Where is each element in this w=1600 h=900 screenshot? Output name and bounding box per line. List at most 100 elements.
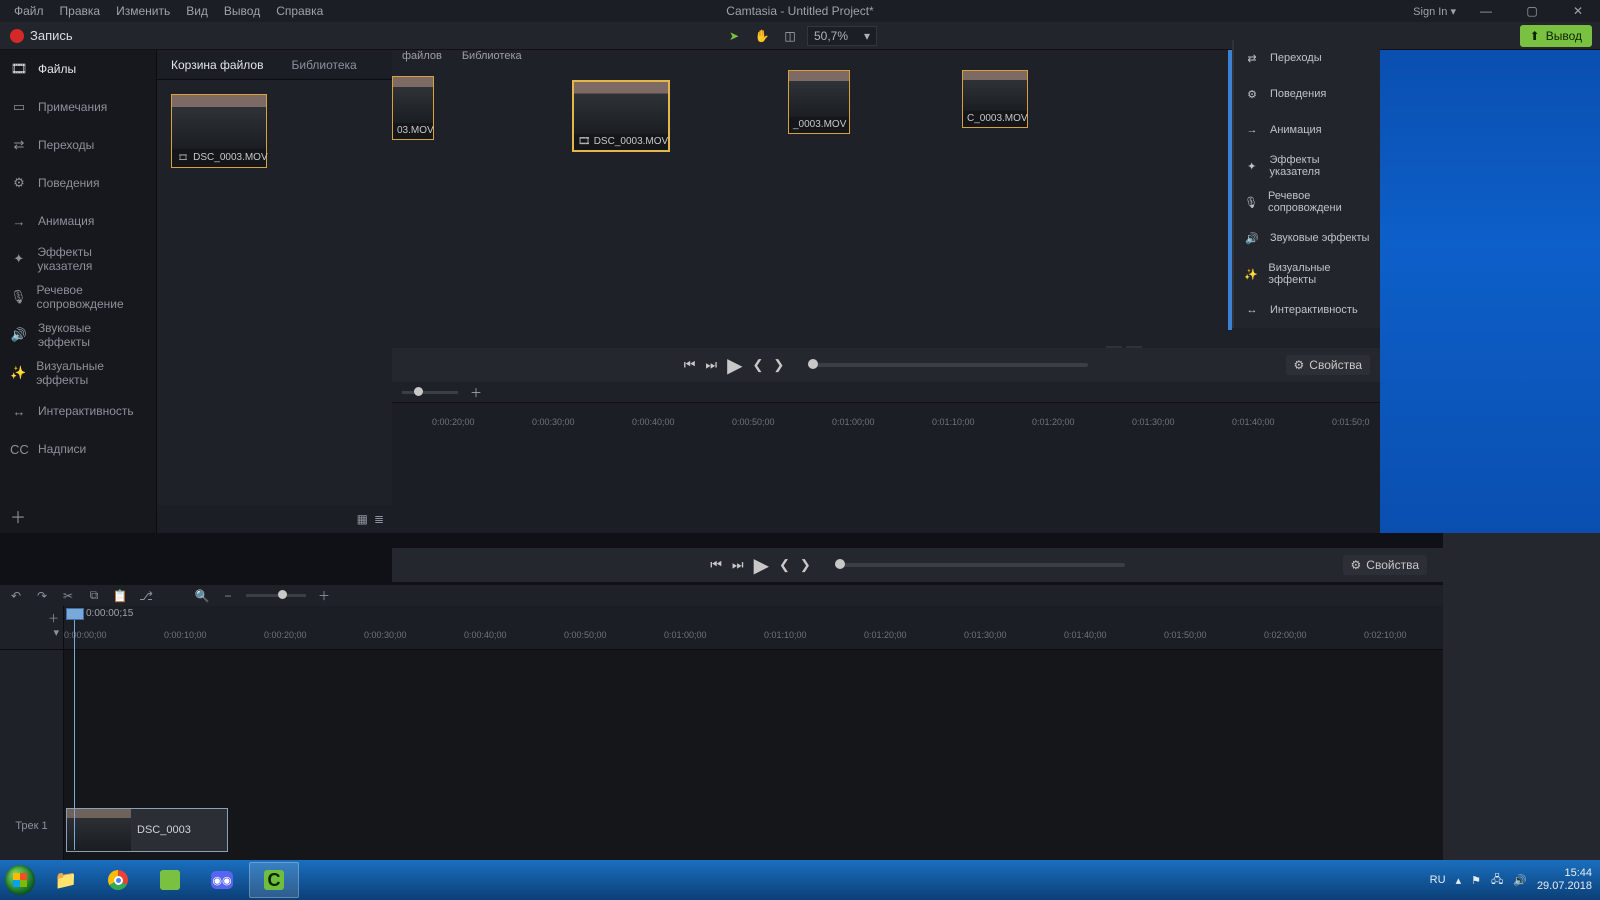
tray-language[interactable]: RU [1430,874,1446,886]
tab-files-dup[interactable]: файлов [402,50,442,62]
menu-item-voice[interactable]: 🎙Речевое сопровождени [1234,184,1380,220]
cut-icon[interactable]: ✂ [60,589,76,603]
timeline-zoom-slider[interactable] [246,594,306,597]
split-icon[interactable]: ⎇ [138,589,154,603]
undo-icon[interactable]: ↶ [8,589,24,603]
tray-chevron-up-icon[interactable]: ▴ [1456,874,1462,887]
preview-ruler[interactable]: 0:00:20;00 0:00:30;00 0:00:40;00 0:00:50… [392,402,1380,432]
grid-view-icon[interactable]: ▦ [357,512,368,526]
step-forward-button[interactable]: ⏭ [732,557,744,573]
taskbar-app-camtasia[interactable]: C [249,862,299,898]
zoom-in-icon[interactable]: ＋ [316,587,332,604]
preview-seek-track[interactable] [808,363,1088,367]
timeline-clip[interactable]: DSC_0003 [66,808,228,852]
next-frame-button[interactable]: ❯ [800,557,811,573]
taskbar-app-chrome[interactable] [93,862,143,898]
paste-icon[interactable]: 📋 [112,589,128,603]
prev-frame-button[interactable]: ❮ [752,357,763,373]
start-button[interactable] [0,860,40,900]
timeline-playhead[interactable] [66,608,84,620]
select-tool-icon[interactable]: ➤ [723,25,745,47]
menu-item-audio-effects[interactable]: 🔊Звуковые эффекты [1234,220,1380,256]
crop-tool-icon[interactable]: ◫ [779,25,801,47]
menu-modify[interactable]: Изменить [108,2,178,20]
sidebar-item-animations[interactable]: →Анимация [0,202,156,240]
menu-edit[interactable]: Правка [52,2,109,20]
zoom-in-icon[interactable]: ＋ [470,384,482,401]
canvas-zoom-dropdown[interactable]: 50,7% ▾ [807,26,877,46]
sidebar-item-voice[interactable]: 🎙Речевое сопровождение [0,278,156,316]
tray-flag-icon[interactable]: ⚑ [1471,874,1481,887]
tab-library[interactable]: Библиотека [277,50,370,79]
menu-item-visual-effects[interactable]: ✨Визуальные эффекты [1234,256,1380,292]
seek-knob[interactable] [835,559,845,569]
sidebar-item-media[interactable]: 🎞Файлы [0,50,156,88]
menu-item-interactivity[interactable]: ↔Интерактивность [1234,292,1380,328]
pan-tool-icon[interactable]: ✋ [751,25,773,47]
sidebar-item-interactivity[interactable]: ↔Интерактивность [0,392,156,430]
tray-volume-icon[interactable]: 🔊 [1513,874,1527,887]
list-view-icon[interactable]: ≣ [374,512,384,526]
timeline-ruler[interactable]: 0:00:00;15 0:00:00;00 0:00:10;00 0:00:20… [64,606,1443,650]
taskbar-app-explorer[interactable]: 📁 [41,862,91,898]
sidebar-item-visual-effects[interactable]: ✨Визуальные эффекты [0,354,156,392]
step-back-button[interactable]: ⏮ [710,557,722,573]
sidebar-item-audio-effects[interactable]: 🔊Звуковые эффекты [0,316,156,354]
sidebar-item-cursor-effects[interactable]: ✦Эффекты указателя [0,240,156,278]
collapse-track-icon[interactable]: ▾ [53,626,59,639]
sidebar-item-annotations[interactable]: ▭Примечания [0,88,156,126]
ruler-tick: 0:01:20;00 [1032,417,1075,427]
copy-icon[interactable]: ⧉ [86,588,102,603]
zoom-knob[interactable] [414,387,423,396]
menu-item-behaviors[interactable]: ⚙Поведения [1234,76,1380,112]
taskbar-app-discord[interactable]: ◉◉ [197,862,247,898]
play-button[interactable]: ▶ [754,553,769,578]
preview-zoom-slider[interactable] [402,391,458,394]
menu-help[interactable]: Справка [268,2,331,20]
tray-clock[interactable]: 15:44 29.07.2018 [1537,867,1592,892]
taskbar-app-green[interactable] [145,862,195,898]
preview-seek-track[interactable] [835,563,1125,567]
transitions-icon: ⇄ [10,137,28,153]
media-clip-dup[interactable]: C_0003.MOV [962,70,1028,128]
sidebar-item-behaviors[interactable]: ⚙Поведения [0,164,156,202]
sidebar-item-transitions[interactable]: ⇄Переходы [0,126,156,164]
play-button[interactable]: ▶ [727,353,742,378]
zoom-knob[interactable] [278,590,287,599]
zoom-icon[interactable]: 🔍 [194,589,210,603]
share-button[interactable]: ⬆ Вывод [1520,25,1592,47]
properties-button[interactable]: ⚙Свойства [1286,355,1370,375]
zoom-out-icon[interactable]: − [220,589,236,603]
sidebar-add-button[interactable]: ＋ [0,499,156,533]
next-frame-button[interactable]: ❯ [773,357,784,373]
menu-view[interactable]: Вид [178,2,216,20]
step-forward-button[interactable]: ⏭ [705,357,717,373]
record-button[interactable]: Запись [0,28,83,43]
window-close[interactable]: ✕ [1562,4,1594,18]
track-header[interactable]: Трек 1 [0,650,63,860]
media-clip-dup[interactable]: _0003.MOV [788,70,850,134]
step-back-button[interactable]: ⏮ [684,357,696,373]
tray-network-icon[interactable]: 🖧 [1491,871,1503,890]
window-minimize[interactable]: — [1470,4,1502,18]
redo-icon[interactable]: ↷ [34,589,50,603]
preview-track-area[interactable] [392,432,1380,533]
menu-share[interactable]: Вывод [216,2,268,20]
add-track-icon[interactable]: ＋ [48,610,59,626]
tab-library-dup[interactable]: Библиотека [462,50,522,62]
menu-item-cursor-effects[interactable]: ✦Эффекты указателя [1234,148,1380,184]
media-clip[interactable]: 🎞DSC_0003.MOV [171,94,267,168]
seek-knob[interactable] [808,359,818,369]
tab-media-bin[interactable]: Корзина файлов [157,50,277,79]
sidebar-item-captions[interactable]: CCНадписи [0,430,156,468]
menu-item-animations[interactable]: →Анимация [1234,112,1380,148]
media-clip-dup[interactable]: 03.MOV [392,76,434,140]
window-maximize[interactable]: ▢ [1516,4,1548,18]
prev-frame-button[interactable]: ❮ [779,557,790,573]
media-clip-selected[interactable]: 🎞DSC_0003.MOV [572,80,670,152]
menu-item-transitions[interactable]: ⇄Переходы [1234,40,1380,76]
signin-menu[interactable]: Sign In ▾ [1413,5,1456,18]
timeline-track-area[interactable]: DSC_0003 [64,650,1443,860]
properties-button[interactable]: ⚙Свойства [1343,555,1427,575]
menu-file[interactable]: Файл [6,2,52,20]
